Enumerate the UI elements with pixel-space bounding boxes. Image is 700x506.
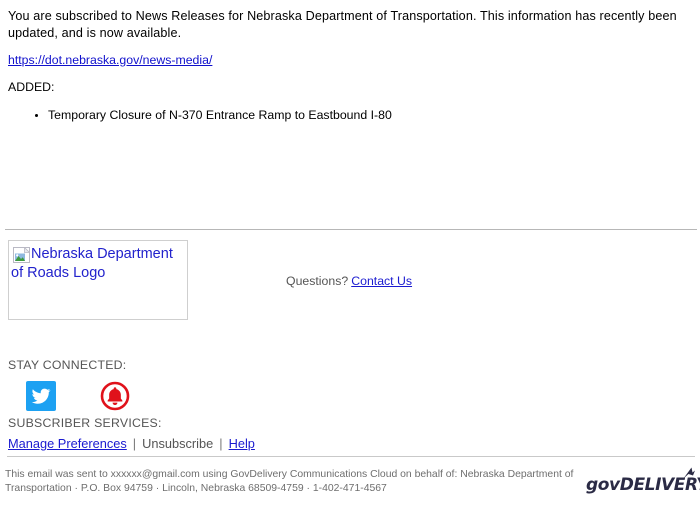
unsubscribe-link[interactable]: Unsubscribe: [142, 436, 213, 451]
added-releases-list: Temporary Closure of N-370 Entrance Ramp…: [0, 95, 700, 123]
news-media-url-line: https://dot.nebraska.gov/news-media/: [0, 42, 700, 68]
stay-connected-label: STAY CONNECTED:: [8, 358, 127, 372]
legal-top-divider: [7, 456, 695, 457]
help-link[interactable]: Help: [229, 436, 255, 451]
links-separator-2: |: [219, 436, 223, 451]
legal-line-1: This email was sent to xxxxxx@gmail.com …: [5, 469, 574, 480]
subscriber-services-section: SUBSCRIBER SERVICES: Manage Preferences |…: [8, 416, 408, 452]
govdelivery-word-gov: gov: [586, 475, 620, 495]
twitter-icon[interactable]: [26, 381, 56, 411]
swoosh-arrow-icon: [682, 466, 696, 480]
broken-image-icon: [13, 246, 31, 263]
contact-us-link[interactable]: Contact Us: [351, 274, 412, 288]
agency-logo-placeholder[interactable]: Nebraska Department of Roads Logo: [8, 240, 188, 320]
stay-connected-section: STAY CONNECTED:: [8, 358, 408, 411]
news-media-link[interactable]: https://dot.nebraska.gov/news-media/: [8, 53, 212, 67]
manage-preferences-link[interactable]: Manage Preferences: [8, 436, 127, 451]
agency-logo-alt-text: Nebraska Department of Roads Logo: [11, 246, 173, 281]
list-item: Temporary Closure of N-370 Entrance Ramp…: [0, 107, 700, 123]
questions-label: Questions?: [286, 274, 349, 288]
subscription-intro-text: You are subscribed to News Releases for …: [8, 9, 677, 40]
subscriber-services-links: Manage Preferences | Unsubscribe | Help: [8, 436, 408, 452]
notification-bell-icon[interactable]: [100, 381, 130, 411]
legal-line-2: Transportation · P.O. Box 94759 · Lincol…: [5, 483, 387, 494]
branding-row: Nebraska Department of Roads Logo Questi…: [0, 240, 700, 326]
email-message-body: You are subscribed to News Releases for …: [0, 0, 700, 123]
footer-top-divider: [5, 229, 697, 230]
govdelivery-logo: govDELIVERY: [586, 466, 700, 499]
added-section-label: ADDED:: [8, 80, 55, 94]
subscriber-services-label: SUBSCRIBER SERVICES:: [8, 416, 162, 430]
social-icons-row: [8, 381, 408, 411]
links-separator-1: |: [132, 436, 137, 451]
legal-footer-text: This email was sent to xxxxxx@gmail.com …: [5, 468, 575, 496]
questions-block: Questions? Contact Us: [286, 273, 412, 289]
